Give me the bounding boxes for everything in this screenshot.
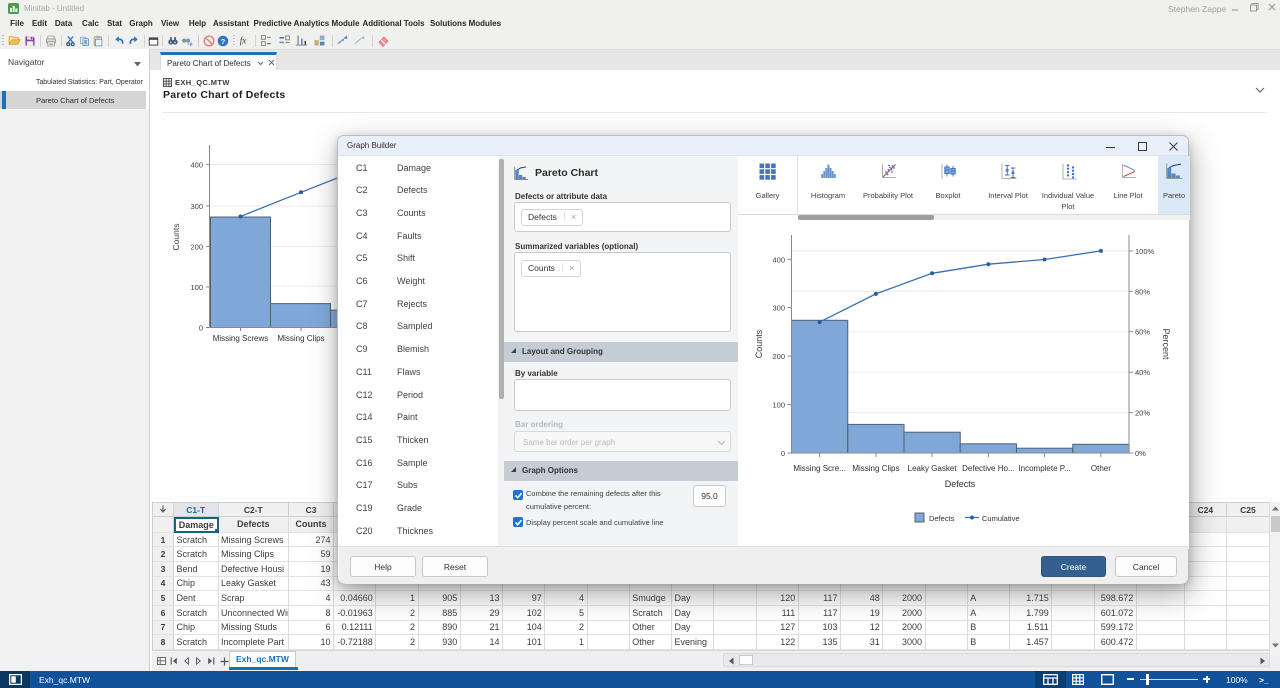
svg-text:100: 100 [772, 401, 785, 410]
svg-text:Missing Screws: Missing Screws [213, 334, 269, 343]
svg-text:300: 300 [772, 304, 785, 313]
svg-text:300: 300 [190, 202, 203, 211]
svg-text:Percent: Percent [1161, 328, 1171, 360]
svg-text:Leaky Gasket: Leaky Gasket [908, 464, 958, 473]
svg-text:400: 400 [772, 255, 785, 264]
svg-text:80%: 80% [1135, 287, 1150, 296]
svg-text:Defects: Defects [929, 514, 955, 523]
svg-text:Missing Scre...: Missing Scre... [793, 464, 845, 473]
svg-text:Other: Other [1091, 464, 1111, 473]
svg-text:Counts: Counts [754, 329, 764, 358]
svg-text:0%: 0% [1135, 449, 1146, 458]
svg-text:fx: fx [240, 36, 247, 46]
svg-text:?: ? [220, 37, 225, 46]
svg-text:Incomplete P...: Incomplete P... [1018, 464, 1070, 473]
svg-text:Defective Ho...: Defective Ho... [962, 464, 1014, 473]
svg-text:0: 0 [199, 324, 203, 333]
svg-text:Defects: Defects [945, 479, 976, 489]
svg-text:Cumulative: Cumulative [982, 514, 1020, 523]
svg-text:100: 100 [190, 283, 203, 292]
svg-text:100%: 100% [1135, 247, 1155, 256]
svg-text:20%: 20% [1135, 409, 1150, 418]
svg-text:200: 200 [772, 352, 785, 361]
svg-text:Counts: Counts [171, 224, 181, 251]
svg-text:200: 200 [190, 243, 203, 252]
svg-text:400: 400 [190, 161, 203, 170]
svg-text:0: 0 [781, 449, 785, 458]
svg-text:Missing Clips: Missing Clips [852, 464, 899, 473]
svg-text:Missing Clips: Missing Clips [277, 334, 324, 343]
svg-text:60%: 60% [1135, 328, 1150, 337]
svg-text:40%: 40% [1135, 368, 1150, 377]
